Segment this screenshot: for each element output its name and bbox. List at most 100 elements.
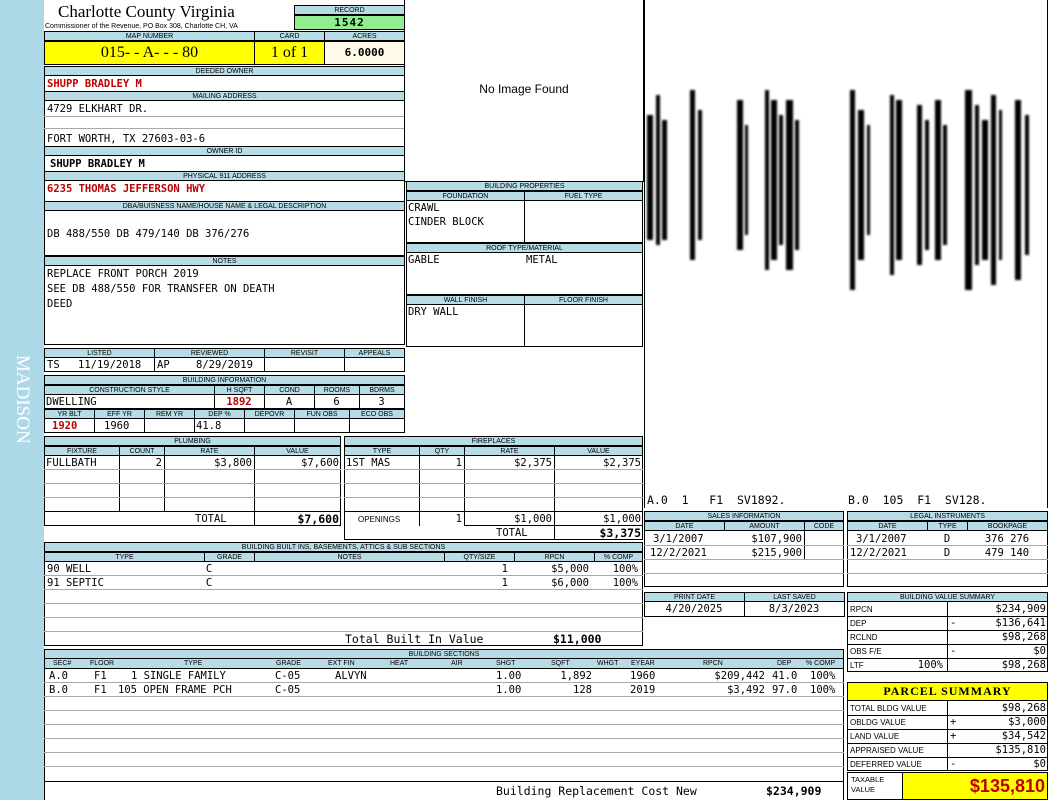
- fireplace-total: $3,375: [599, 526, 641, 540]
- funobs-label: FUN OBS: [294, 409, 350, 419]
- building-sections-label: BUILDING SECTIONS: [44, 649, 844, 659]
- appeals-label: APPEALS: [344, 348, 405, 358]
- sections-col: % COMP: [806, 660, 836, 667]
- ecoobs-label: ECO OBS: [349, 409, 405, 419]
- plumbing-col: FIXTURE: [44, 446, 120, 456]
- deeded-owner: SHUPP BRADLEY M: [47, 78, 142, 90]
- parcel-row-value: $3,000: [1008, 716, 1046, 728]
- card-label: CARD: [254, 31, 325, 41]
- builtin-grade: C: [205, 563, 213, 575]
- section-floor: F1: [94, 684, 107, 696]
- replacement-cost-total: $234,909: [766, 784, 822, 798]
- reviewed-by: AP: [157, 359, 170, 371]
- plumbing-label: PLUMBING: [44, 436, 341, 446]
- map-number-label: MAP NUMBER: [44, 31, 255, 41]
- plumbing-total: $7,600: [297, 512, 339, 526]
- bvs-row-label: OBS F/E: [850, 647, 882, 656]
- builtins-col: NOTES: [254, 552, 445, 562]
- sketch-area: [644, 0, 1048, 508]
- section-comp: 100%: [810, 684, 836, 696]
- plumbing-col: COUNT: [119, 446, 165, 456]
- bvs-row-value: $0: [1033, 645, 1046, 657]
- builtins-col: % COMP: [594, 552, 643, 562]
- bvs-row-value: $98,268: [1001, 659, 1046, 671]
- section-grade: C-05: [275, 670, 301, 682]
- openings-value: $1,000: [603, 513, 641, 525]
- sections-col: FLOOR: [90, 660, 115, 667]
- builtin-rpcn: $6,000: [551, 577, 589, 589]
- deeded-owner-label: DEEDED OWNER: [44, 66, 405, 76]
- effyr-label: EFF YR: [94, 409, 145, 419]
- section-sqft: 128: [573, 684, 592, 696]
- bvs-row-label: LTF: [850, 661, 864, 670]
- section-sqft: 1,892: [560, 670, 592, 682]
- parcel-row-value: $34,542: [1001, 730, 1046, 742]
- sketch-label: B.0 105 F1 SV128.: [848, 493, 987, 507]
- builtin-qty: 1: [501, 563, 508, 575]
- sections-col: HEAT: [390, 660, 409, 667]
- yrblt-label: YR BLT: [44, 409, 95, 419]
- legal-inst-col: TYPE: [927, 521, 968, 531]
- parcel-row-label: TOTAL BLDG VALUE: [850, 704, 927, 713]
- fireplace-type: 1ST MAS: [346, 457, 391, 469]
- foundation-line: CRAWL: [408, 202, 440, 214]
- builtin-comp: 100%: [612, 563, 638, 575]
- builtins-col: GRADE: [204, 552, 255, 562]
- physical-address-label: PHYSICAL 911 ADDRESS: [44, 171, 405, 181]
- plumbing-count: 2: [155, 457, 162, 469]
- fireplace-col: TYPE: [344, 446, 420, 456]
- bdrms-label: BDRMS: [359, 385, 405, 395]
- fireplace-total-label: TOTAL: [496, 527, 528, 539]
- sections-col: EYEAR: [631, 660, 655, 667]
- rooms: 6: [333, 396, 340, 408]
- sale-date: 3/1/2007: [653, 533, 704, 545]
- section-dep: 41.0: [772, 670, 798, 682]
- sections-col: DEP: [777, 660, 792, 667]
- fireplace-col: VALUE: [554, 446, 643, 456]
- sales-col: DATE: [644, 521, 725, 531]
- parcel-row-label: OBLDG VALUE: [850, 718, 906, 727]
- print-date-label: PRINT DATE: [644, 592, 745, 602]
- foundation-label: FOUNDATION: [406, 191, 525, 201]
- sales-col: CODE: [804, 521, 844, 531]
- bvs-row-label: RCLND: [850, 633, 878, 642]
- section-comp: 100%: [810, 670, 836, 682]
- fireplace-rate: $2,375: [514, 457, 552, 469]
- parcel-row-value: $0: [1033, 758, 1046, 770]
- parcel-summary-title: PARCEL SUMMARY: [847, 682, 1048, 701]
- owner-id: SHUPP BRADLEY M: [50, 158, 145, 170]
- plumbing-total-label: TOTAL: [195, 513, 227, 525]
- openings-rate: $1,000: [514, 513, 552, 525]
- listed-date: 11/19/2018: [78, 359, 142, 371]
- section-ext-fin: ALVYN: [335, 670, 367, 682]
- section-shgt: 1.00: [496, 670, 522, 682]
- construction-style-label: CONSTRUCTION STYLE: [44, 385, 215, 395]
- sections-col: TYPE: [184, 660, 203, 667]
- wall-finish: DRY WALL: [408, 306, 459, 318]
- floor-finish-label: FLOOR FINISH: [524, 295, 643, 305]
- dep-pct: 41.8: [196, 420, 222, 432]
- owner-id-label: OWNER ID: [44, 146, 405, 156]
- reviewed-date: 8/29/2019: [196, 359, 253, 371]
- fireplace-value: $2,375: [603, 457, 641, 469]
- building-info-label: BUILDING INFORMATION: [44, 375, 405, 385]
- parcel-row-label: DEFERRED VALUE: [850, 760, 922, 769]
- legal-description-label: DBA/BUISNESS NAME/HOUSE NAME & LEGAL DES…: [44, 201, 405, 211]
- builtins-col: TYPE: [44, 552, 205, 562]
- acres-label: ACRES: [324, 31, 405, 41]
- plumbing-fixture: FULLBATH: [46, 457, 97, 469]
- building-properties-label: BUILDING PROPERTIES: [406, 181, 643, 191]
- sections-col: SQFT: [551, 660, 570, 667]
- notes-label: NOTES: [44, 256, 405, 266]
- mailing-address-label: MAILING ADDRESS: [44, 91, 405, 101]
- legal-inst-type: D: [943, 547, 951, 559]
- bvs-ltf-pct: 100%: [917, 659, 943, 671]
- last-saved: 8/3/2023: [768, 603, 820, 615]
- section-dep: 97.0: [772, 684, 798, 696]
- fuel-type-label: FUEL TYPE: [524, 191, 643, 201]
- sections-col: SEC#: [53, 660, 72, 667]
- sections-col: AIR: [451, 660, 463, 667]
- builtins-col: QTY/SIZE: [444, 552, 515, 562]
- mailing-address-line1: 4729 ELKHART DR.: [47, 103, 149, 115]
- fireplace-col: RATE: [464, 446, 555, 456]
